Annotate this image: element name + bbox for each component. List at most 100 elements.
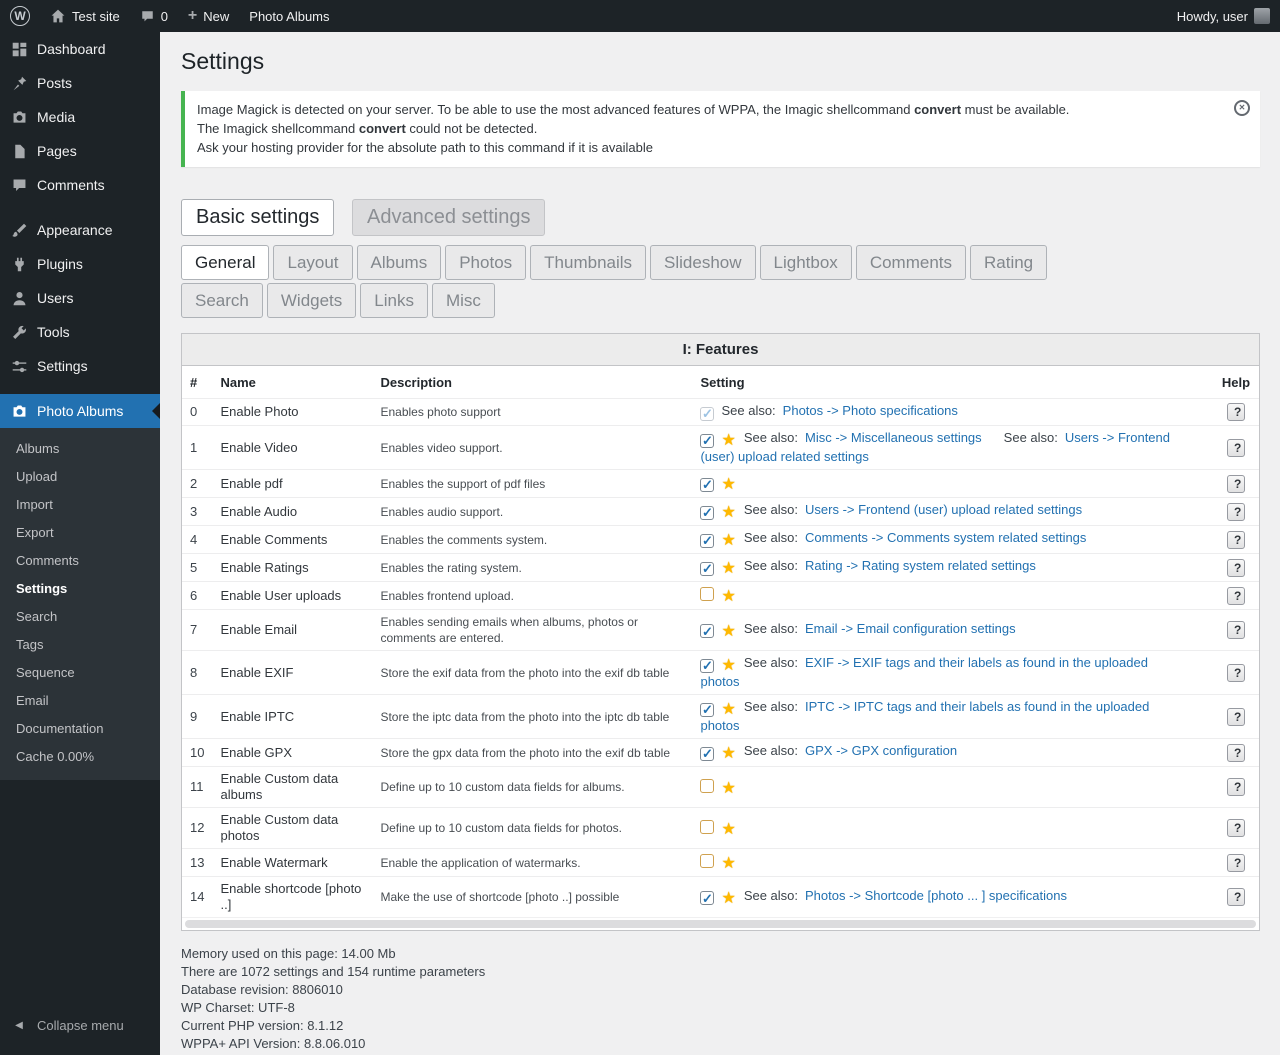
submenu-item-export[interactable]: Export <box>0 519 160 547</box>
row-number: 11 <box>182 767 212 808</box>
sidebar-item-comments[interactable]: Comments <box>0 168 160 202</box>
setting-checkbox[interactable]: ✓ <box>700 434 714 448</box>
submenu-item-tags[interactable]: Tags <box>0 631 160 659</box>
sub-tab-links[interactable]: Links <box>360 283 428 318</box>
see-also-link[interactable]: GPX -> GPX configuration <box>805 743 957 758</box>
sidebar-item-plugins[interactable]: Plugins <box>0 247 160 281</box>
submenu-item-comments[interactable]: Comments <box>0 547 160 575</box>
help-button[interactable]: ? <box>1227 854 1245 872</box>
help-button[interactable]: ? <box>1227 744 1245 762</box>
sub-tab-general[interactable]: General <box>181 245 269 280</box>
sub-tab-widgets[interactable]: Widgets <box>267 283 356 318</box>
setting-checkbox[interactable]: ✓ <box>700 534 714 548</box>
setting-checkbox[interactable] <box>700 587 714 601</box>
sidebar-item-dashboard[interactable]: Dashboard <box>0 32 160 66</box>
site-name: Test site <box>72 9 120 24</box>
photo-albums-shortcut[interactable]: Photo Albums <box>239 0 339 32</box>
see-also: See also: Photos -> Photo specifications <box>721 403 957 418</box>
comments-shortcut[interactable]: 0 <box>130 0 178 32</box>
sidebar-item-media[interactable]: Media <box>0 100 160 134</box>
submenu-item-cache-0-00-[interactable]: Cache 0.00% <box>0 743 160 771</box>
help-button[interactable]: ? <box>1227 503 1245 521</box>
tab-advanced-settings[interactable]: Advanced settings <box>352 199 545 236</box>
setting-checkbox[interactable] <box>700 779 714 793</box>
sidebar-item-label: Comments <box>37 177 105 193</box>
sidebar-item-users[interactable]: Users <box>0 281 160 315</box>
submenu-item-upload[interactable]: Upload <box>0 463 160 491</box>
sidebar-item-appearance[interactable]: Appearance <box>0 213 160 247</box>
setting-description: Store the exif data from the photo into … <box>372 651 692 695</box>
sub-tab-layout[interactable]: Layout <box>273 245 352 280</box>
setting-checkbox[interactable]: ✓ <box>700 891 714 905</box>
star-icon: ★ <box>721 745 735 762</box>
see-also-link[interactable]: Photos -> Shortcode [photo ... ] specifi… <box>805 888 1067 903</box>
setting-checkbox[interactable]: ✓ <box>700 624 714 638</box>
see-also-link[interactable]: Email -> Email configuration settings <box>805 621 1016 636</box>
sidebar-item-posts[interactable]: Posts <box>0 66 160 100</box>
setting-checkbox[interactable]: ✓ <box>700 407 714 421</box>
sidebar-item-label: Users <box>37 290 74 306</box>
setting-checkbox[interactable]: ✓ <box>700 747 714 761</box>
sidebar-item-tools[interactable]: Tools <box>0 315 160 349</box>
sub-tab-albums[interactable]: Albums <box>357 245 442 280</box>
setting-checkbox[interactable]: ✓ <box>700 659 714 673</box>
see-also-link[interactable]: Photos -> Photo specifications <box>783 403 958 418</box>
see-also-link[interactable]: Users -> Frontend (user) upload related … <box>805 502 1082 517</box>
sidebar-item-pages[interactable]: Pages <box>0 134 160 168</box>
tab-basic-settings[interactable]: Basic settings <box>181 199 334 236</box>
see-also-link[interactable]: Misc -> Miscellaneous settings <box>805 430 982 445</box>
sub-tab-search[interactable]: Search <box>181 283 263 318</box>
table-hscrollbar-thumb[interactable] <box>185 920 1256 928</box>
setting-name: Enable Email <box>212 610 372 651</box>
sidebar-item-label: Media <box>37 109 75 125</box>
help-button[interactable]: ? <box>1227 819 1245 837</box>
help-cell: ? <box>1213 610 1259 651</box>
see-also-link[interactable]: Comments -> Comments system related sett… <box>805 530 1086 545</box>
setting-checkbox[interactable]: ✓ <box>700 506 714 520</box>
sub-tab-comments[interactable]: Comments <box>856 245 966 280</box>
submenu-item-import[interactable]: Import <box>0 491 160 519</box>
submenu-item-documentation[interactable]: Documentation <box>0 715 160 743</box>
sidebar-item-photo-albums[interactable]: Photo Albums <box>0 394 160 428</box>
help-button[interactable]: ? <box>1227 708 1245 726</box>
account-menu[interactable]: Howdy, user <box>1167 0 1280 32</box>
site-name-link[interactable]: Test site <box>40 0 130 32</box>
dismiss-notice-icon[interactable]: ✕ <box>1234 100 1250 116</box>
help-button[interactable]: ? <box>1227 587 1245 605</box>
help-button[interactable]: ? <box>1227 475 1245 493</box>
help-button[interactable]: ? <box>1227 664 1245 682</box>
sidebar-item-settings[interactable]: Settings <box>0 349 160 383</box>
setting-checkbox[interactable]: ✓ <box>700 478 714 492</box>
help-button[interactable]: ? <box>1227 439 1245 457</box>
help-button[interactable]: ? <box>1227 888 1245 906</box>
sub-tab-thumbnails[interactable]: Thumbnails <box>530 245 646 280</box>
home-icon <box>50 8 66 24</box>
setting-checkbox[interactable]: ✓ <box>700 562 714 576</box>
collapse-menu-button[interactable]: ◀ Collapse menu <box>0 1010 160 1041</box>
submenu-item-sequence[interactable]: Sequence <box>0 659 160 687</box>
submenu-item-settings[interactable]: Settings <box>0 575 160 603</box>
wordpress-logo[interactable]: W <box>0 0 40 32</box>
sub-tab-photos[interactable]: Photos <box>445 245 526 280</box>
see-also-label: See also: <box>721 403 775 418</box>
help-button[interactable]: ? <box>1227 403 1245 421</box>
submenu-item-albums[interactable]: Albums <box>0 435 160 463</box>
setting-checkbox[interactable]: ✓ <box>700 703 714 717</box>
help-button[interactable]: ? <box>1227 559 1245 577</box>
sub-tab-rating[interactable]: Rating <box>970 245 1047 280</box>
help-button[interactable]: ? <box>1227 531 1245 549</box>
sub-tab-misc[interactable]: Misc <box>432 283 495 318</box>
sub-tab-slideshow[interactable]: Slideshow <box>650 245 756 280</box>
help-button[interactable]: ? <box>1227 778 1245 796</box>
sub-tab-lightbox[interactable]: Lightbox <box>760 245 852 280</box>
help-button[interactable]: ? <box>1227 621 1245 639</box>
submenu-item-search[interactable]: Search <box>0 603 160 631</box>
new-content-button[interactable]: + New <box>178 0 239 32</box>
setting-checkbox[interactable] <box>700 820 714 834</box>
setting-checkbox[interactable] <box>700 854 714 868</box>
submenu-item-email[interactable]: Email <box>0 687 160 715</box>
table-row: 7Enable EmailEnables sending emails when… <box>182 610 1259 651</box>
notice-line-2: The Imagick shellcommand convert could n… <box>197 120 1216 138</box>
star-icon: ★ <box>721 780 735 797</box>
see-also-link[interactable]: Rating -> Rating system related settings <box>805 558 1036 573</box>
